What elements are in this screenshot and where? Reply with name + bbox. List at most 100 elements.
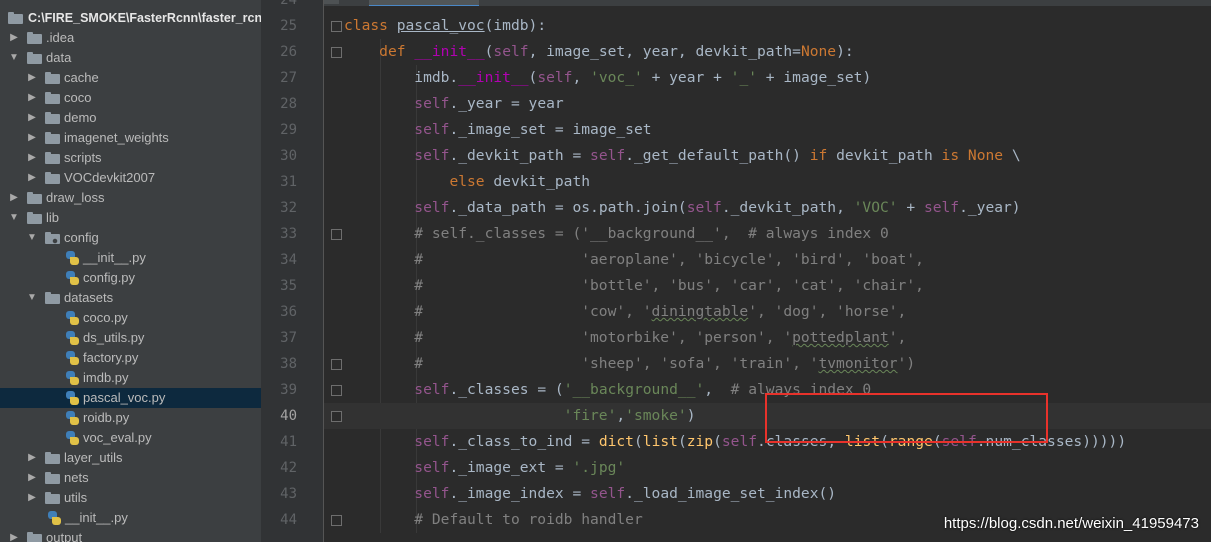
code-line[interactable]: class pascal_voc(imdb): — [344, 13, 546, 39]
python-file-icon — [47, 511, 61, 525]
tree-item-label: output — [46, 530, 83, 542]
code-line[interactable]: 'fire','smoke') — [344, 403, 696, 429]
expand-right-icon[interactable]: ▶ — [27, 492, 37, 504]
tree-file-item[interactable]: ds_utils.py — [0, 328, 261, 348]
line-number: 27 — [280, 70, 297, 86]
fold-marker-icon[interactable] — [331, 411, 342, 422]
tree-item-label: pascal_voc.py — [83, 390, 166, 405]
tree-file-item[interactable]: coco.py — [0, 308, 261, 328]
expand-right-icon[interactable]: ▶ — [27, 112, 37, 124]
code-line[interactable]: self._year = year — [344, 91, 563, 117]
python-file-icon — [65, 411, 79, 425]
expand-right-icon[interactable]: ▶ — [27, 132, 37, 144]
expand-right-icon[interactable]: ▶ — [27, 452, 37, 464]
tree-file-item[interactable]: __init__.py — [0, 248, 261, 268]
tree-file-item[interactable]: voc_eval.py — [0, 428, 261, 448]
tree-folder-item[interactable]: ▶ coco — [0, 88, 261, 108]
expand-right-icon[interactable]: ▶ — [27, 472, 37, 484]
line-number: 25 — [280, 18, 297, 34]
folder-icon — [45, 152, 60, 164]
code-line[interactable]: self._data_path = os.path.join(self._dev… — [344, 195, 1020, 221]
expand-right-icon[interactable]: ▶ — [9, 192, 19, 204]
tree-folder-item[interactable]: ▶ scripts — [0, 148, 261, 168]
tree-file-item[interactable]: config.py — [0, 268, 261, 288]
tree-folder-item[interactable]: ▶ demo — [0, 108, 261, 128]
code-line[interactable]: # self._classes = ('__background__', # a… — [344, 221, 888, 247]
fold-marker-icon[interactable] — [331, 47, 342, 58]
code-line[interactable]: self._image_index = self._load_image_set… — [344, 481, 836, 507]
tree-folder-item[interactable]: ▼ config — [0, 228, 261, 248]
tree-folder-item[interactable]: ▶ output — [0, 528, 261, 542]
tree-folder-item[interactable]: ▶ nets — [0, 468, 261, 488]
expand-down-icon[interactable]: ▼ — [9, 212, 19, 224]
tree-folder-item[interactable]: ▶ draw_loss — [0, 188, 261, 208]
line-number: 31 — [280, 174, 297, 190]
gutter-divider — [323, 0, 324, 542]
expand-down-icon[interactable]: ▼ — [27, 292, 37, 304]
code-line[interactable]: # 'cow', 'diningtable', 'dog', 'horse', — [344, 299, 906, 325]
code-line[interactable]: # 'motorbike', 'person', 'pottedplant', — [344, 325, 906, 351]
fold-marker-icon[interactable] — [331, 515, 342, 526]
folder-icon — [45, 112, 60, 124]
tree-item-label: .idea — [46, 30, 75, 45]
folder-icon — [27, 532, 42, 542]
expand-right-icon[interactable]: ▶ — [27, 172, 37, 184]
tree-file-item[interactable]: imdb.py — [0, 368, 261, 388]
code-line[interactable]: def __init__(self, image_set, year, devk… — [344, 39, 854, 65]
tree-file-item[interactable]: __init__.py — [0, 508, 261, 528]
fold-marker-icon[interactable] — [331, 21, 342, 32]
code-editor[interactable]: 24 25 class pascal_voc(imdb): 26 def __init… — [261, 0, 1211, 542]
expand-right-icon[interactable]: ▶ — [9, 532, 19, 542]
editor-tab-active[interactable] — [369, 0, 479, 6]
code-line[interactable]: self._image_set = image_set — [344, 117, 651, 143]
code-line[interactable]: # 'sheep', 'sofa', 'train', 'tvmonitor') — [344, 351, 915, 377]
fold-marker-icon[interactable] — [331, 229, 342, 240]
folder-icon — [27, 32, 42, 44]
tree-folder-item[interactable]: ▶ layer_utils — [0, 448, 261, 468]
fold-marker-icon[interactable] — [331, 385, 342, 396]
tree-folder-item[interactable]: ▶ utils — [0, 488, 261, 508]
code-line[interactable]: else devkit_path — [344, 169, 590, 195]
tree-file-item[interactable]: roidb.py — [0, 408, 261, 428]
fold-marker-icon[interactable] — [331, 359, 342, 370]
tree-folder-item[interactable]: ▶ cache — [0, 68, 261, 88]
expand-right-icon[interactable]: ▶ — [9, 32, 19, 44]
code-line[interactable]: # Default to roidb handler — [344, 507, 642, 533]
tree-item-label: config — [64, 230, 99, 245]
package-folder-icon — [45, 232, 60, 244]
tree-folder-item[interactable]: ▼ data — [0, 48, 261, 68]
folder-icon — [45, 292, 60, 304]
code-line[interactable]: self._image_ext = '.jpg' — [344, 455, 625, 481]
folder-icon — [45, 472, 60, 484]
code-line[interactable]: imdb.__init__(self, 'voc_' + year + '_' … — [344, 65, 871, 91]
expand-down-icon[interactable]: ▼ — [27, 232, 37, 244]
line-number: 32 — [280, 200, 297, 216]
tree-file-item[interactable]: factory.py — [0, 348, 261, 368]
code-line[interactable]: # 'aeroplane', 'bicycle', 'bird', 'boat'… — [344, 247, 924, 273]
expand-right-icon[interactable]: ▶ — [27, 92, 37, 104]
line-number: 38 — [280, 356, 297, 372]
tree-folder-item[interactable]: ▶ .idea — [0, 28, 261, 48]
code-line[interactable]: # 'bottle', 'bus', 'car', 'cat', 'chair'… — [344, 273, 924, 299]
folder-icon — [45, 172, 60, 184]
expand-down-icon[interactable]: ▼ — [9, 52, 19, 64]
python-file-icon — [65, 251, 79, 265]
line-number: 33 — [280, 226, 297, 242]
folder-icon — [45, 92, 60, 104]
tree-folder-item[interactable]: ▼ lib — [0, 208, 261, 228]
tree-file-item[interactable]: pascal_voc.py — [0, 388, 261, 408]
line-number: 42 — [280, 460, 297, 476]
tree-folder-item[interactable]: ▶ VOCdevkit2007 — [0, 168, 261, 188]
code-line[interactable]: self._devkit_path = self._get_default_pa… — [344, 143, 1020, 169]
project-root[interactable]: C:\FIRE_SMOKE\FasterRcnn\faster_rcn — [0, 8, 261, 28]
tree-item-label: imdb.py — [83, 370, 129, 385]
expand-right-icon[interactable]: ▶ — [27, 152, 37, 164]
tree-item-label: __init__.py — [83, 250, 146, 265]
tree-folder-item[interactable]: ▶ imagenet_weights — [0, 128, 261, 148]
expand-right-icon[interactable]: ▶ — [27, 72, 37, 84]
line-number: 40 — [280, 408, 297, 424]
tree-item-label: imagenet_weights — [64, 130, 169, 145]
tree-folder-item[interactable]: ▼ datasets — [0, 288, 261, 308]
tree-item-label: cache — [64, 70, 99, 85]
line-number: 41 — [280, 434, 297, 450]
